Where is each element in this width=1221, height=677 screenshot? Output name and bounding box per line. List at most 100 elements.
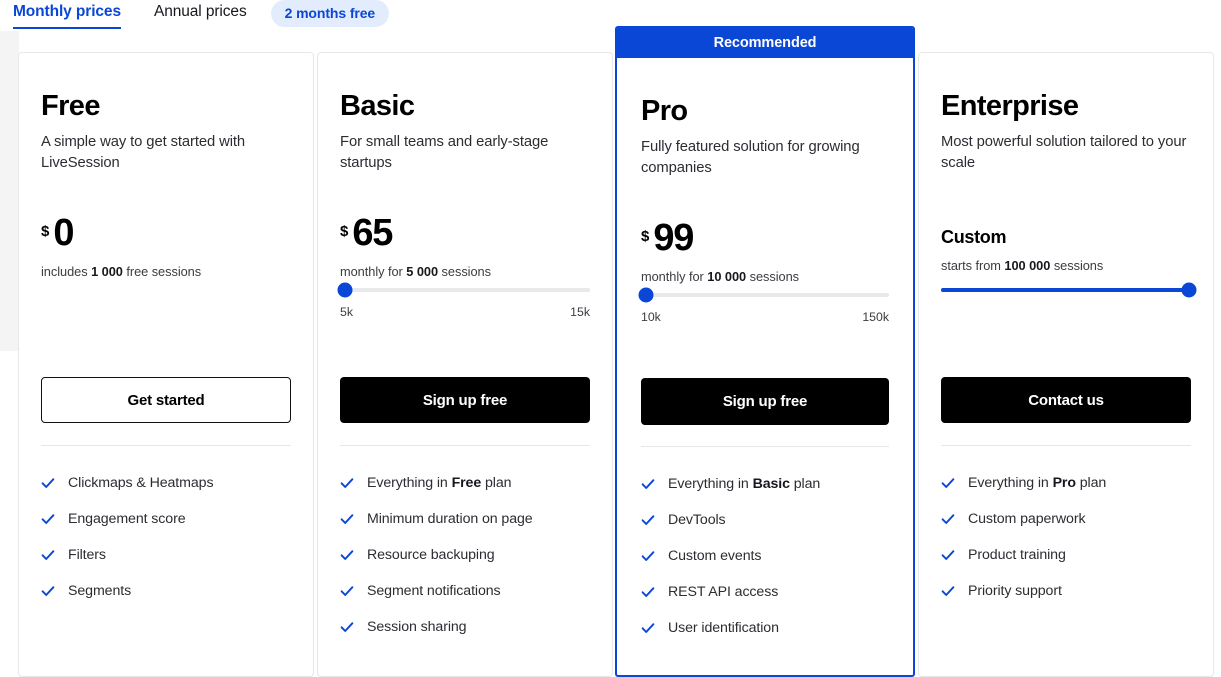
plan-card-free: Free A simple way to get started with Li… xyxy=(18,52,314,677)
price-note-enterprise: starts from 100 000 sessions xyxy=(941,258,1191,273)
price-note-prefix-enterprise: starts from xyxy=(941,258,1005,274)
custom-price-label: Custom xyxy=(941,227,1007,248)
feature-item: Product training xyxy=(941,547,1197,564)
plan-card-basic: Basic For small teams and early-stage st… xyxy=(317,52,613,677)
tab-annual-prices[interactable]: Annual prices xyxy=(154,3,247,29)
price-note-suffix-enterprise: sessions xyxy=(1050,258,1104,274)
feature-text-suffix: plan xyxy=(1075,475,1107,491)
plan-card-enterprise: Enterprise Most powerful solution tailor… xyxy=(918,52,1214,677)
feature-text-bold: Basic xyxy=(752,476,790,492)
price-block-enterprise: Custom starts from 100 000 sessions xyxy=(941,216,1191,273)
sessions-slider-basic[interactable]: 5k 15k xyxy=(337,282,590,328)
plan-description-enterprise: Most powerful solution tailored to your … xyxy=(941,134,1187,172)
plan-description-free: A simple way to get started with LiveSes… xyxy=(41,134,246,172)
price-note-bold-free: 1 000 xyxy=(91,263,123,279)
price-note-basic: monthly for 5 000 sessions xyxy=(340,264,590,279)
check-icon xyxy=(41,478,55,488)
slider-track-pro[interactable] xyxy=(638,287,889,303)
feature-text-prefix: Minimum duration on page xyxy=(367,511,533,528)
plan-title-pro: Pro xyxy=(641,95,688,127)
feature-list-free: Clickmaps & Heatmaps Engagement score Fi… xyxy=(41,475,297,619)
feature-list-pro: Everything in Basic plan DevTools Custom… xyxy=(641,476,897,656)
check-icon xyxy=(941,478,955,488)
price-block-free: $ 0 includes 1 000 free sessions xyxy=(41,212,291,279)
price-row-pro: $ 99 xyxy=(641,217,889,260)
slider-min-label-pro: 10k xyxy=(641,310,661,325)
feature-item: Custom events xyxy=(641,548,897,565)
price-note-bold-enterprise: 100 000 xyxy=(1004,258,1051,274)
feature-item: Priority support xyxy=(941,583,1197,600)
check-icon xyxy=(641,515,655,525)
slider-track-enterprise[interactable] xyxy=(941,282,1196,298)
feature-item: REST API access xyxy=(641,584,897,601)
check-icon xyxy=(641,587,655,598)
feature-text-prefix: User identification xyxy=(668,620,779,637)
check-icon xyxy=(41,514,55,524)
feature-text-prefix: Everything in xyxy=(367,475,452,491)
price-note-prefix-basic: monthly for xyxy=(340,263,407,279)
check-icon xyxy=(41,550,55,561)
feature-text-bold: Pro xyxy=(1052,475,1076,491)
feature-text-prefix: Product training xyxy=(968,547,1066,564)
feature-text-prefix: Custom events xyxy=(668,548,762,565)
check-icon xyxy=(641,479,655,489)
check-icon xyxy=(641,551,655,562)
features-divider-basic xyxy=(340,445,590,446)
slider-track-basic[interactable] xyxy=(337,282,590,298)
plan-body-basic: Basic For small teams and early-stage st… xyxy=(318,53,612,328)
feature-text-bold: Free xyxy=(451,475,482,491)
cta-button-pro[interactable]: Sign up free xyxy=(641,378,889,425)
feature-item: Everything in Pro plan xyxy=(941,475,1197,492)
plan-card-pro: Recommended Pro Fully featured solution … xyxy=(615,26,915,677)
features-divider-free xyxy=(41,445,291,446)
price-note-free: includes 1 000 free sessions xyxy=(41,264,291,279)
sessions-slider-enterprise[interactable] xyxy=(941,282,1196,328)
feature-text-prefix: Custom paperwork xyxy=(968,511,1086,528)
plan-title-basic: Basic xyxy=(340,90,415,122)
slider-thumb-enterprise[interactable] xyxy=(1181,282,1196,298)
feature-item: Session sharing xyxy=(340,619,596,636)
currency-symbol-free: $ xyxy=(41,223,50,241)
billing-period-tabs: Monthly prices Annual prices 2 months fr… xyxy=(13,0,390,32)
price-note-suffix-free: free sessions xyxy=(122,263,202,279)
price-note-pro: monthly for 10 000 sessions xyxy=(641,269,889,284)
features-divider-enterprise xyxy=(941,445,1191,446)
pricing-page: Monthly prices Annual prices 2 months fr… xyxy=(0,0,1221,677)
feature-item: Everything in Basic plan xyxy=(641,476,897,493)
cta-button-enterprise[interactable]: Contact us xyxy=(941,377,1191,423)
tab-monthly-prices[interactable]: Monthly prices xyxy=(13,3,121,29)
slider-thumb-basic[interactable] xyxy=(337,282,353,298)
feature-item: DevTools xyxy=(641,512,897,529)
check-icon xyxy=(941,586,955,597)
price-block-pro: $ 99 monthly for 10 000 sessions xyxy=(641,217,889,284)
recommended-banner: Recommended xyxy=(617,28,913,58)
feature-text-prefix: Everything in xyxy=(668,476,753,492)
slider-fill-enterprise xyxy=(941,288,1191,293)
price-note-prefix-pro: monthly for xyxy=(641,268,708,284)
price-amount-free: 0 xyxy=(53,212,74,255)
check-icon xyxy=(340,622,354,633)
slider-thumb-pro[interactable] xyxy=(638,287,654,303)
promo-badge-2-months-free: 2 months free xyxy=(270,0,390,27)
features-divider-pro xyxy=(641,446,889,447)
check-icon xyxy=(941,514,955,524)
plan-body-free: Free A simple way to get started with Li… xyxy=(19,53,313,279)
feature-item: Engagement score xyxy=(41,511,297,528)
check-icon xyxy=(340,514,354,524)
currency-symbol-pro: $ xyxy=(641,228,650,246)
cta-button-basic[interactable]: Sign up free xyxy=(340,377,590,423)
cta-button-free[interactable]: Get started xyxy=(41,377,291,423)
feature-text-prefix: Resource backuping xyxy=(367,547,495,564)
price-note-suffix-pro: sessions xyxy=(746,268,800,284)
feature-text-suffix: plan xyxy=(789,476,821,492)
price-block-basic: $ 65 monthly for 5 000 sessions xyxy=(340,214,590,279)
feature-text-prefix: Engagement score xyxy=(68,511,186,528)
check-icon xyxy=(340,478,354,488)
plan-title-enterprise: Enterprise xyxy=(941,90,1079,122)
plan-body-enterprise: Enterprise Most powerful solution tailor… xyxy=(919,53,1213,328)
currency-symbol-basic: $ xyxy=(340,223,349,241)
plan-body-pro: Pro Fully featured solution for growing … xyxy=(617,58,913,333)
feature-item: Clickmaps & Heatmaps xyxy=(41,475,297,492)
sessions-slider-pro[interactable]: 10k 150k xyxy=(638,287,889,333)
price-amount-pro: 99 xyxy=(653,217,694,260)
